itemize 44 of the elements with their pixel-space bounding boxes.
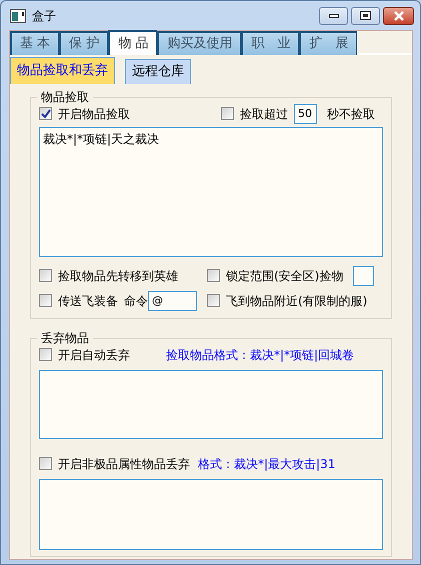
checkbox[interactable] [39, 348, 52, 361]
tab[interactable]: 保 护 [59, 31, 108, 55]
close-icon [392, 10, 404, 20]
maximize-icon [360, 11, 371, 20]
subtab[interactable]: 物品捡取和丢弃 [10, 57, 115, 84]
checkbox-label: 开启非极品属性物品丢弃 [58, 456, 190, 472]
window-title: 盒子 [32, 8, 56, 24]
close-button[interactable] [383, 6, 414, 24]
checkbox-label: 开启自动丢弃 [58, 346, 130, 364]
checkbox-label: 捡取物品先转移到英雄 [58, 268, 178, 284]
item-list-field[interactable] [39, 479, 383, 550]
command-label: 命令 [124, 292, 148, 310]
minimize-icon [328, 14, 338, 18]
checkbox-label: 锁定范围(安全区)捡物 [226, 268, 344, 284]
group-title: 丢弃物品 [37, 330, 93, 346]
checkbox-label: 飞到物品附近(有限制的服) [226, 292, 368, 310]
subtab[interactable]: 远程仓库 [125, 59, 191, 84]
checkbox-label: 捡取超过 [240, 106, 288, 122]
checkbox[interactable] [39, 294, 52, 307]
format-hint: 捡取物品格式：裁决*|*项链|回城卷 [166, 346, 354, 364]
seconds-field[interactable]: 50 [294, 104, 317, 124]
tab[interactable]: 扩 展 [299, 31, 358, 55]
tab[interactable]: 职 业 [241, 31, 300, 55]
maximize-button[interactable] [351, 6, 380, 24]
checkbox[interactable] [39, 107, 52, 120]
suffix-label: 秒不捡取 [327, 106, 375, 122]
app-icon [10, 8, 26, 22]
tab[interactable]: 基 本 [10, 31, 60, 55]
checkbox-label: 传送飞装备 [58, 292, 118, 310]
checkbox[interactable] [207, 269, 220, 282]
checkbox[interactable] [39, 457, 52, 470]
group-title: 物品捡取 [37, 89, 93, 105]
command-field[interactable]: @ [148, 290, 197, 310]
checkbox[interactable] [207, 294, 220, 307]
checkbox[interactable] [221, 107, 234, 120]
item-list-field[interactable] [39, 370, 383, 439]
input-field[interactable] [353, 266, 374, 286]
format-hint: 格式：裁决*|最大攻击|31 [198, 456, 336, 472]
checkbox[interactable] [39, 269, 52, 282]
item-list-field[interactable]: 裁决*|*项链|天之裁决 [39, 127, 383, 257]
minimize-button[interactable] [319, 6, 348, 24]
tab[interactable]: 购买及使用 [157, 31, 242, 55]
checkbox-label: 开启物品捡取 [58, 106, 130, 122]
tab[interactable]: 物 品 [108, 30, 158, 55]
